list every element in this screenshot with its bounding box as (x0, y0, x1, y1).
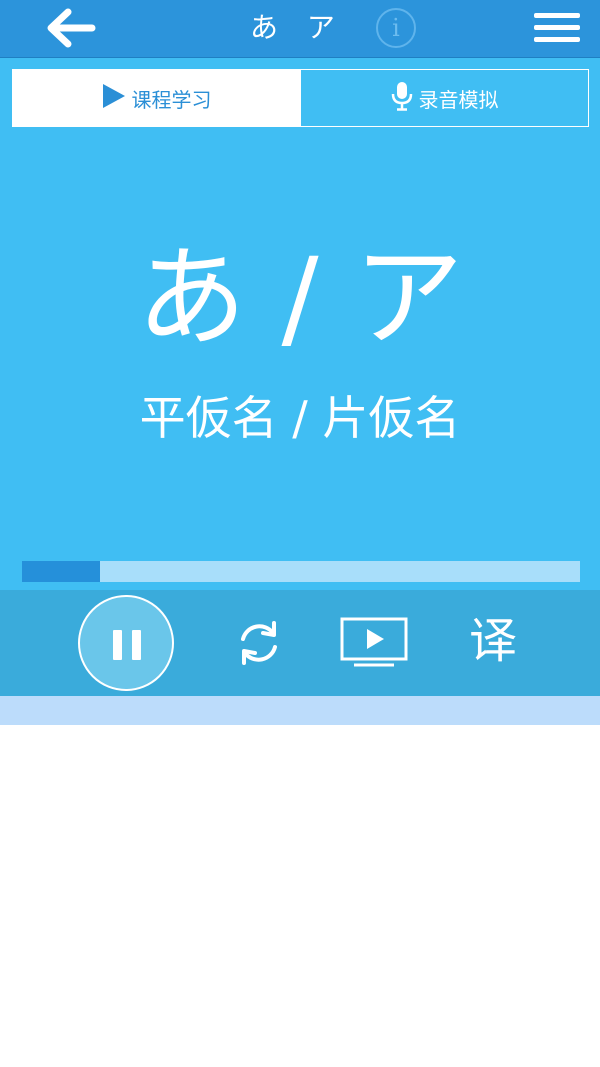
back-button[interactable] (40, 6, 100, 50)
mode-tabs: 课程学习 录音模拟 (12, 69, 589, 127)
video-button[interactable] (340, 617, 408, 669)
top-bar: あ ア i (0, 0, 600, 58)
pause-icon-bar (132, 630, 141, 660)
hamburger-menu-icon-line (534, 37, 580, 42)
divider-strip (0, 696, 600, 725)
kana-display: あ / ア (136, 234, 464, 362)
kana-type-label: 平仮名 / 片仮名 (139, 391, 461, 445)
lesson-progress-bar[interactable] (22, 561, 580, 582)
arrow-left-icon (47, 8, 96, 48)
refresh-button[interactable] (234, 618, 284, 668)
translate-button[interactable]: 译 (462, 610, 524, 672)
tab-course-study[interactable]: 课程学习 (13, 70, 300, 126)
lesson-panel: 课程学习 录音模拟 あ / ア 平仮名 / 片仮名 (0, 58, 600, 590)
play-triangle-icon (102, 83, 126, 114)
tab-recording-practice[interactable]: 录音模拟 (300, 70, 588, 126)
page-title: あ ア (250, 11, 345, 44)
hamburger-menu-icon (534, 13, 580, 18)
hamburger-menu-icon-line (534, 25, 580, 30)
pause-icon (113, 630, 122, 660)
video-play-icon (340, 617, 408, 667)
pause-button[interactable] (78, 595, 174, 691)
menu-button[interactable] (534, 10, 580, 46)
tab-label: 课程学习 (131, 87, 212, 112)
app-screen: あ ア i 课程学习 录音模拟 あ / ア 平仮名 / 片仮名 译 (0, 0, 600, 1067)
tab-label: 录音模拟 (418, 87, 499, 112)
progress-fill (22, 561, 101, 582)
playback-controls: 译 (0, 590, 600, 696)
info-button[interactable]: i (376, 8, 416, 48)
microphone-icon (391, 81, 413, 116)
refresh-icon (241, 621, 277, 665)
